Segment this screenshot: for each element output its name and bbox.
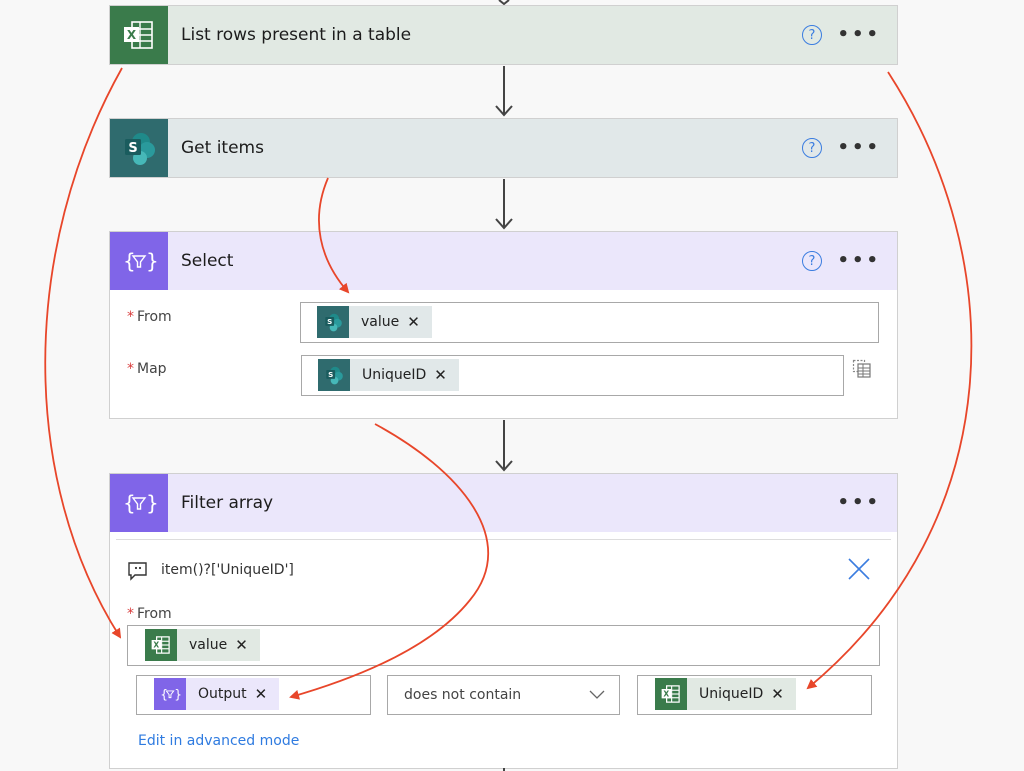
- svg-text:{: {: [123, 249, 136, 273]
- operator-value: does not contain: [404, 687, 522, 703]
- header-divider: [116, 539, 891, 540]
- svg-text:X: X: [153, 641, 159, 650]
- svg-text:}: }: [174, 687, 181, 701]
- token-excel-uniqueid[interactable]: X UniqueID ✕: [655, 678, 796, 710]
- required-marker: *: [127, 606, 134, 622]
- step-title: Filter array: [181, 493, 274, 513]
- token-select-output[interactable]: {} Output ✕: [154, 678, 280, 710]
- svg-text:S: S: [327, 317, 332, 326]
- connector-arrow: [495, 66, 513, 117]
- excel-icon: X: [110, 6, 168, 64]
- excel-icon: X: [145, 629, 177, 661]
- comment-icon: [128, 562, 147, 581]
- token-text: UniqueID: [699, 686, 764, 702]
- svg-text:X: X: [127, 28, 137, 42]
- data-operation-icon: {}: [110, 474, 168, 532]
- step-title: List rows present in a table: [181, 25, 412, 45]
- step-get-items[interactable]: S Get items ? •••: [109, 118, 898, 178]
- switch-to-text-mode-icon[interactable]: [852, 359, 872, 379]
- token-text: Output: [198, 686, 247, 702]
- select-from-input[interactable]: S value ✕: [300, 302, 879, 343]
- step-title: Get items: [181, 138, 264, 158]
- filter-from-input[interactable]: X value ✕: [127, 625, 880, 666]
- label-text: From: [137, 606, 172, 622]
- remove-token-icon[interactable]: ✕: [407, 313, 420, 331]
- select-map-label: * Map: [127, 361, 167, 377]
- step-header[interactable]: {} Filter array •••: [110, 474, 897, 532]
- edit-advanced-mode-link[interactable]: Edit in advanced mode: [138, 733, 299, 749]
- token-sharepoint-value[interactable]: S value ✕: [317, 306, 432, 338]
- condition-right-operand[interactable]: X UniqueID ✕: [637, 675, 872, 715]
- more-options-icon[interactable]: •••: [837, 494, 881, 512]
- label-text: From: [137, 309, 172, 325]
- step-header[interactable]: X List rows present in a table ? •••: [110, 6, 897, 64]
- step-list-rows[interactable]: X List rows present in a table ? •••: [109, 5, 898, 65]
- required-marker: *: [127, 309, 134, 325]
- svg-text:S: S: [128, 141, 137, 156]
- step-title: Select: [181, 251, 234, 271]
- svg-text:S: S: [328, 370, 333, 379]
- chevron-down-icon: [589, 690, 605, 699]
- remove-token-icon[interactable]: ✕: [771, 685, 784, 703]
- help-icon[interactable]: ?: [802, 25, 822, 45]
- remove-token-icon[interactable]: ✕: [235, 636, 248, 654]
- step-header[interactable]: S Get items ? •••: [110, 119, 897, 177]
- step-filter-array[interactable]: {} Filter array ••• item()?['UniqueID'] …: [109, 473, 898, 769]
- svg-text:{: {: [160, 687, 168, 701]
- more-options-icon[interactable]: •••: [837, 252, 881, 270]
- filter-from-label: * From: [127, 606, 172, 622]
- more-options-icon[interactable]: •••: [837, 26, 881, 44]
- condition-left-operand[interactable]: {} Output ✕: [136, 675, 371, 715]
- select-map-input[interactable]: S UniqueID ✕: [301, 355, 844, 396]
- sharepoint-icon: S: [318, 359, 350, 391]
- remove-token-icon[interactable]: ✕: [434, 366, 447, 384]
- required-marker: *: [127, 361, 134, 377]
- remove-token-icon[interactable]: ✕: [255, 685, 268, 703]
- token-text: value: [361, 314, 400, 330]
- comment-text: item()?['UniqueID']: [161, 562, 294, 578]
- svg-text:X: X: [663, 690, 669, 699]
- label-text: Map: [137, 361, 167, 377]
- select-from-label: * From: [127, 309, 172, 325]
- svg-text:}: }: [146, 249, 157, 273]
- connector-arrow: [495, 420, 513, 472]
- svg-text:{: {: [123, 491, 136, 515]
- token-excel-value[interactable]: X value ✕: [145, 629, 260, 661]
- token-text: value: [189, 637, 228, 653]
- more-options-icon[interactable]: •••: [837, 139, 881, 157]
- condition-operator-dropdown[interactable]: does not contain: [387, 675, 620, 715]
- help-icon[interactable]: ?: [802, 251, 822, 271]
- sharepoint-icon: S: [110, 119, 168, 177]
- sharepoint-icon: S: [317, 306, 349, 338]
- svg-text:}: }: [146, 491, 157, 515]
- close-comment-icon[interactable]: [847, 557, 871, 581]
- excel-icon: X: [655, 678, 687, 710]
- data-operation-icon: {}: [110, 232, 168, 290]
- step-header[interactable]: {} Select ? •••: [110, 232, 897, 290]
- data-operation-icon: {}: [154, 678, 186, 710]
- token-sharepoint-uniqueid[interactable]: S UniqueID ✕: [318, 359, 459, 391]
- connector-arrow: [495, 179, 513, 230]
- help-icon[interactable]: ?: [802, 138, 822, 158]
- token-text: UniqueID: [362, 367, 427, 383]
- step-select[interactable]: {} Select ? ••• *From S value✕ *Map S Un…: [109, 231, 898, 419]
